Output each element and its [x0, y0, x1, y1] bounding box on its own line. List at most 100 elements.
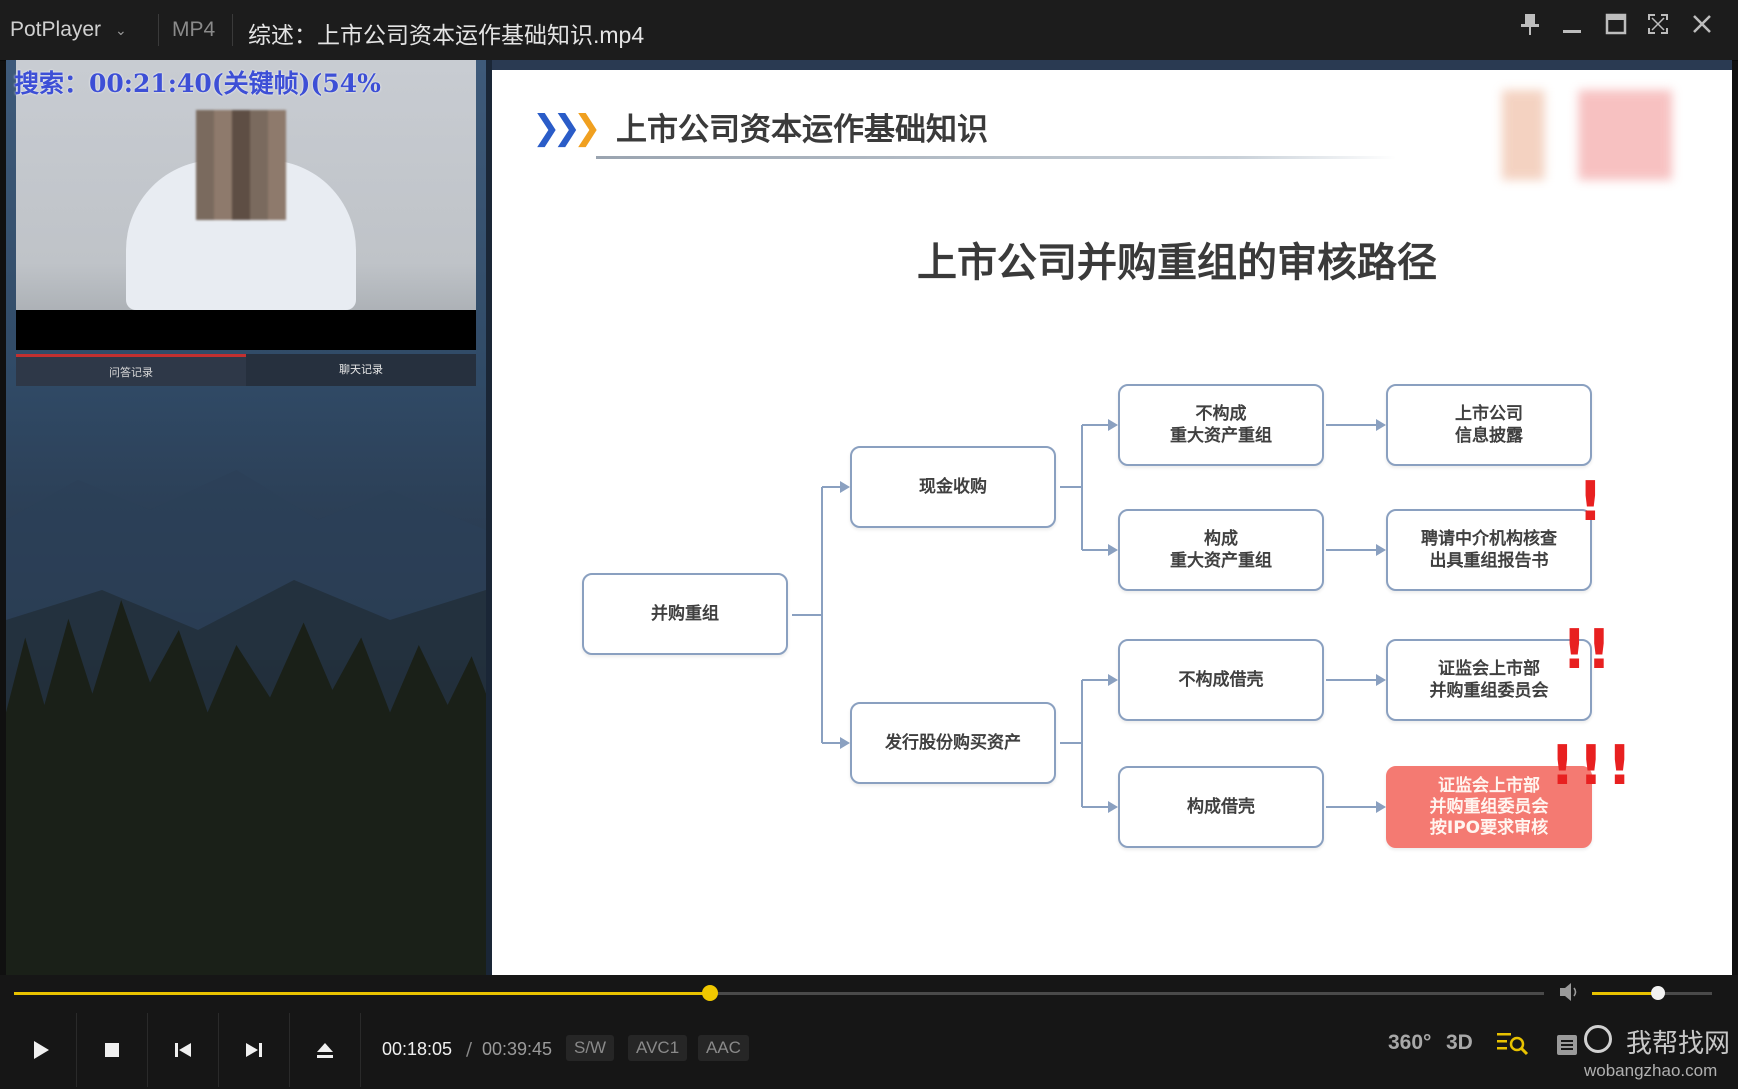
eject-icon — [317, 1043, 333, 1058]
arrowhead — [1376, 544, 1386, 556]
stop-icon — [105, 1043, 119, 1057]
node-label: 重大资产重组 — [1170, 551, 1272, 571]
decoder-badge[interactable]: S/W — [566, 1035, 615, 1061]
seek-progress — [14, 992, 711, 995]
watermark-url: wobangzhao.com — [1584, 1061, 1718, 1080]
node-not-backdoor-listing: 不构成借壳 — [1118, 639, 1324, 721]
maximize-icon — [1605, 13, 1627, 35]
node-label: 并购重组 — [651, 604, 719, 624]
eject-button[interactable] — [290, 1013, 361, 1087]
close-icon — [1693, 15, 1711, 33]
node-label: 发行股份购买资产 — [885, 733, 1021, 753]
node-label: 出具重组报告书 — [1429, 551, 1549, 571]
exclamation-marks: !! — [1562, 618, 1612, 681]
seek-bar[interactable] — [14, 985, 1544, 1001]
seek-handle[interactable] — [702, 985, 719, 1001]
search-overlay-text: 搜索：00:21:40(关键帧)(54% — [14, 69, 381, 98]
minimize-icon — [1563, 30, 1581, 33]
playback-buttons: 00:18:05 / 00:39:45 S/W AVC1 AAC 360° 3D… — [0, 1013, 1738, 1089]
node-info-disclosure: 上市公司 信息披露 — [1386, 384, 1592, 466]
presenter-head-pixelated — [196, 110, 286, 220]
previous-button[interactable] — [148, 1013, 219, 1087]
close-button[interactable] — [1684, 12, 1720, 48]
node-label: 构成 — [1204, 529, 1238, 549]
volume-handle[interactable] — [1651, 986, 1665, 1000]
stop-button[interactable] — [77, 1013, 148, 1087]
node-label: 不构成借壳 — [1178, 670, 1264, 690]
tab-chat-records[interactable]: 聊天记录 — [246, 354, 476, 386]
arrowhead — [840, 481, 850, 493]
node-label: 不构成 — [1195, 404, 1247, 424]
title-separator — [232, 14, 233, 46]
arrowhead — [1108, 544, 1118, 556]
search-playlist-button[interactable] — [1496, 1029, 1530, 1063]
watermark-chinese: 我帮找网 — [1626, 1029, 1731, 1059]
maximize-button[interactable] — [1598, 12, 1634, 48]
time-separator: / — [466, 1039, 473, 1060]
audio-codec-badge[interactable]: AAC — [698, 1035, 749, 1061]
pin-button[interactable] — [1512, 12, 1548, 48]
format-label: MP4 — [172, 18, 216, 41]
chevron-down-icon: ⌄ — [115, 21, 127, 38]
control-bar: 00:18:05 / 00:39:45 S/W AVC1 AAC 360° 3D… — [0, 975, 1738, 1089]
window-title: 综述：上市公司资本运作基础知识.mp4 — [248, 22, 645, 48]
360-view-button[interactable]: 360° — [1388, 1031, 1431, 1055]
speaker-icon[interactable] — [1558, 981, 1582, 1008]
app-menu-button[interactable]: PotPlayer ⌄ — [10, 10, 150, 50]
fullscreen-button[interactable] — [1640, 12, 1676, 48]
node-cash-acquisition: 现金收购 — [850, 446, 1056, 528]
video-frame[interactable]: 搜索：00:21:40(关键帧)(54% 问答记录 聊天记录 ❯❯❯ 上市公司资… — [6, 60, 1732, 975]
node-label: 现金收购 — [919, 477, 987, 497]
node-label: 上市公司 — [1455, 404, 1523, 424]
arrowhead — [1108, 801, 1118, 813]
arrowhead — [1376, 674, 1386, 686]
title-bar: PotPlayer ⌄ MP4 综述：上市公司资本运作基础知识.mp4 — [0, 0, 1738, 61]
node-label: 并购重组委员会 — [1429, 796, 1549, 817]
exclamation-marks: !!! — [1550, 734, 1636, 797]
node-label: 构成借壳 — [1187, 797, 1255, 817]
node-label: 并购重组委员会 — [1429, 681, 1549, 701]
next-button[interactable] — [219, 1013, 290, 1087]
node-share-issuance: 发行股份购买资产 — [850, 702, 1056, 784]
node-label: 证监会上市部 — [1438, 659, 1540, 679]
volume-slider[interactable] — [1592, 986, 1712, 1000]
exclamation-mark: ! — [1578, 470, 1603, 533]
node-hire-agency: 聘请中介机构核查 出具重组报告书 — [1386, 509, 1592, 591]
app-name: PotPlayer — [10, 18, 102, 41]
node-label: 证监会上市部 — [1438, 775, 1540, 796]
fullscreen-icon — [1648, 14, 1668, 34]
node-label: 信息披露 — [1455, 426, 1523, 446]
video-codec-badge[interactable]: AVC1 — [628, 1035, 688, 1061]
arrowhead — [1376, 801, 1386, 813]
arrowhead — [840, 737, 850, 749]
total-duration: 00:39:45 — [482, 1039, 553, 1059]
arrowhead — [1376, 419, 1386, 431]
node-label: 聘请中介机构核查 — [1421, 529, 1557, 549]
arrowhead — [1108, 674, 1118, 686]
skip-previous-icon — [175, 1043, 191, 1057]
side-tabs: 问答记录 聊天记录 — [16, 354, 476, 386]
play-icon — [34, 1041, 49, 1059]
list-search-icon — [1497, 1033, 1529, 1056]
node-label: 按IPO要求审核 — [1429, 817, 1549, 838]
minimize-button[interactable] — [1554, 12, 1590, 48]
volume-level — [1592, 992, 1658, 995]
arrowhead — [1108, 419, 1118, 431]
camera-black-bar — [16, 310, 476, 350]
tab-qa-records[interactable]: 问答记录 — [16, 354, 246, 386]
slide: ❯❯❯ 上市公司资本运作基础知识 上市公司并购重组的审核路径 并购重组 现金收购… — [492, 70, 1732, 975]
title-separator — [158, 14, 159, 46]
playlist-button[interactable] — [1556, 1033, 1578, 1063]
magnifier-icon — [1584, 1025, 1612, 1053]
current-time: 00:18:05 — [382, 1039, 453, 1059]
left-panel: 搜索：00:21:40(关键帧)(54% 问答记录 聊天记录 — [6, 60, 486, 975]
node-major-restructuring: 构成 重大资产重组 — [1118, 509, 1324, 591]
skip-next-icon — [246, 1043, 262, 1057]
3d-mode-button[interactable]: 3D — [1446, 1031, 1473, 1055]
node-root: 并购重组 — [582, 573, 788, 655]
pin-icon — [1521, 14, 1539, 35]
playlist-icon — [1557, 1035, 1577, 1055]
node-backdoor-listing: 构成借壳 — [1118, 766, 1324, 848]
play-button[interactable] — [6, 1013, 77, 1087]
site-watermark: 我帮找网 wobangzhao.com — [1582, 1019, 1738, 1089]
